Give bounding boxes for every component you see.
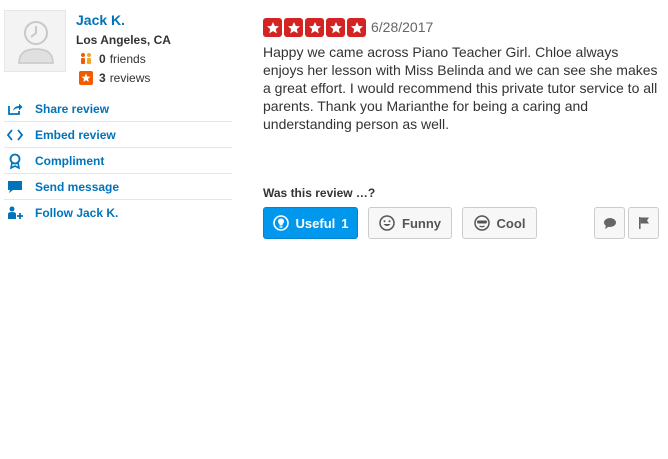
review-actions-list: Share review Embed review Compliment Sen… [4,96,232,226]
cool-label: Cool [496,215,526,231]
user-placeholder-icon [18,21,54,64]
review-star-icon [79,71,93,85]
embed-review-link[interactable]: Embed review [4,122,232,148]
speech-bubble-icon [603,217,616,229]
flag-icon [638,217,649,229]
user-location: Los Angeles, CA [76,33,171,47]
share-review-label: Share review [35,101,110,116]
message-icon [4,180,26,194]
star-rating [263,18,368,37]
lightbulb-icon [272,215,289,231]
award-icon [4,153,26,169]
reviews-stat: 3 reviews [79,71,150,85]
rating-star-icon [326,18,345,37]
review-text: Happy we came across Piano Teacher Girl.… [263,44,658,132]
embed-icon [4,128,26,142]
friends-stat: 0 friends [79,52,146,66]
follow-user-label: Follow Jack K. [35,206,119,220]
review-date: 6/28/2017 [371,19,434,35]
share-review-link[interactable]: Share review [4,96,232,122]
compliment-label: Compliment [35,153,105,168]
sunglasses-icon [473,215,490,231]
follow-user-link[interactable]: Follow Jack K. [4,200,232,226]
reviews-count: 3 [99,71,106,85]
smiley-icon [379,215,395,231]
comment-button[interactable] [594,207,625,239]
useful-button[interactable]: Useful 1 [263,207,358,239]
cool-button[interactable]: Cool [462,207,537,239]
send-message-label: Send message [35,179,120,194]
friends-label: friends [109,52,146,66]
funny-label: Funny [402,215,441,231]
follow-user-icon [4,206,26,220]
rating-star-icon [263,18,282,37]
rating-star-icon [305,18,324,37]
useful-label: Useful [295,215,336,231]
share-icon [4,102,26,116]
useful-count: 1 [341,215,349,231]
user-name[interactable]: Jack K. [76,12,125,28]
funny-button[interactable]: Funny [368,207,452,239]
reviews-label: reviews [109,71,151,85]
friends-count: 0 [99,52,106,66]
avatar[interactable] [4,10,66,72]
compliment-link[interactable]: Compliment [4,148,232,174]
embed-review-label: Embed review [35,127,116,142]
vote-prompt: Was this review …? [263,186,376,200]
rating-star-icon [347,18,366,37]
flag-button[interactable] [628,207,659,239]
rating-star-icon [284,18,303,37]
send-message-link[interactable]: Send message [4,174,232,200]
friends-icon [79,52,93,66]
